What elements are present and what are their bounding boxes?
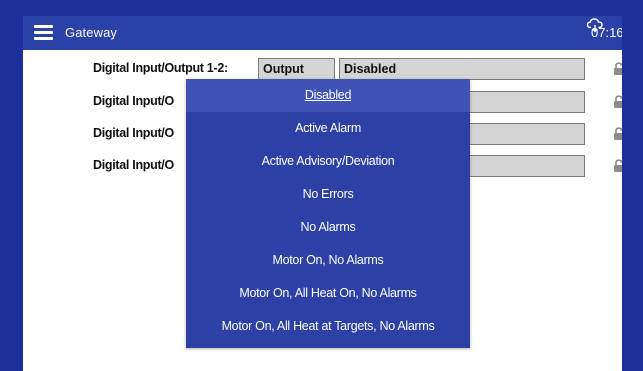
dropdown-option-no-alarms[interactable]: No Alarms <box>186 211 470 244</box>
row-label-io-1-2: Digital Input/Output 1-2: <box>93 61 228 75</box>
unlocked-padlock-icon[interactable] <box>613 127 622 141</box>
app-title: Gateway <box>65 25 117 40</box>
dropdown-option-motor-on-all-heat-at-targets[interactable]: Motor On, All Heat at Targets, No Alarms <box>186 310 470 343</box>
unlocked-padlock-icon[interactable] <box>613 95 622 109</box>
menu-icon[interactable] <box>34 25 53 40</box>
function-dropdown-list: Disabled Active Alarm Active Advisory/De… <box>186 79 470 348</box>
dropdown-option-motor-on-no-alarms[interactable]: Motor On, No Alarms <box>186 244 470 277</box>
clock: 07:16 <box>591 25 622 40</box>
dropdown-option-disabled[interactable]: Disabled <box>186 79 470 112</box>
mode-select-io-1-2[interactable]: Output <box>258 58 335 80</box>
title-bar: Gateway 07:16 <box>23 16 622 50</box>
row-label-io-row-4: Digital Input/O <box>93 158 174 172</box>
dropdown-option-motor-on-all-heat-on[interactable]: Motor On, All Heat On, No Alarms <box>186 277 470 310</box>
dropdown-option-active-alarm[interactable]: Active Alarm <box>186 112 470 145</box>
dropdown-option-label: Disabled <box>305 88 351 102</box>
unlocked-padlock-icon[interactable] <box>613 62 622 76</box>
unlocked-padlock-icon[interactable] <box>613 159 622 173</box>
dropdown-option-no-errors[interactable]: No Errors <box>186 178 470 211</box>
dropdown-option-active-advisory-deviation[interactable]: Active Advisory/Deviation <box>186 145 470 178</box>
row-label-io-row-2: Digital Input/O <box>93 94 174 108</box>
function-select-io-1-2[interactable]: Disabled <box>339 58 585 80</box>
row-label-io-row-3: Digital Input/O <box>93 126 174 140</box>
